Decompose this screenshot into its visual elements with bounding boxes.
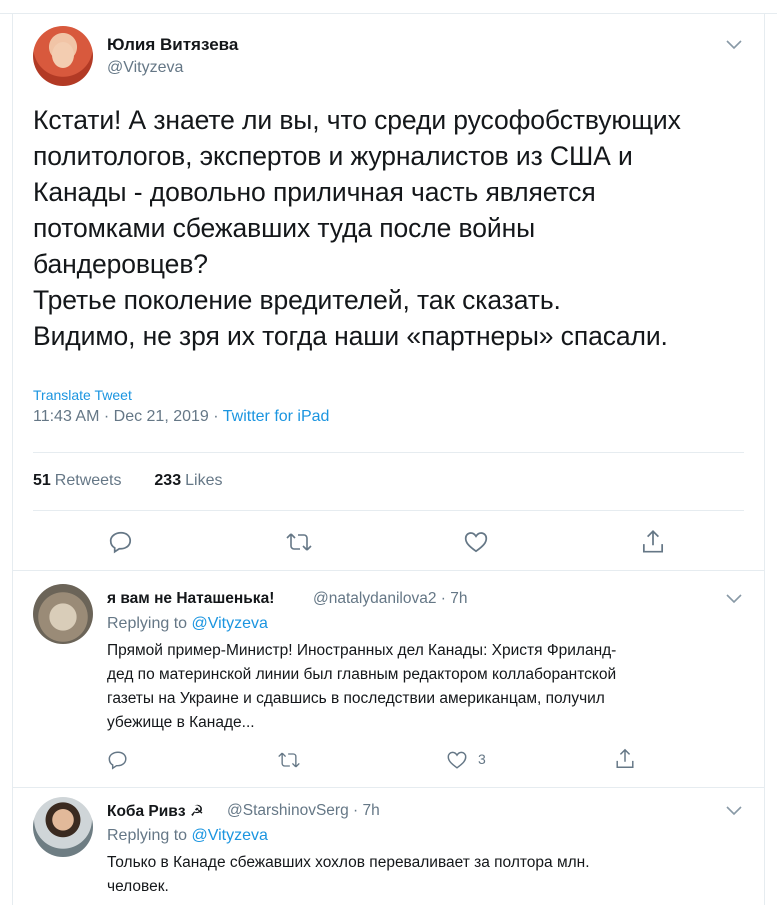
likes-count: 233 xyxy=(154,472,182,489)
replying-to: Replying to @Vityzeva xyxy=(107,615,268,633)
divider xyxy=(33,510,744,511)
retweet-icon[interactable] xyxy=(285,529,313,560)
separator xyxy=(13,570,764,571)
retweets-count: 51 xyxy=(33,472,51,489)
author-name[interactable]: Юлия Витязева xyxy=(107,35,238,55)
tweet-text: Кстати! А знаете ли вы, что среди русофо… xyxy=(33,105,681,351)
tweet-meta: 11:43 AM · Dec 21, 2019 · Twitter for iP… xyxy=(33,408,329,426)
top-border xyxy=(0,0,777,14)
retweets-label: Retweets xyxy=(54,472,122,489)
chevron-down-icon[interactable] xyxy=(724,592,744,606)
tweet-timestamp[interactable]: 11:43 AM · Dec 21, 2019 · xyxy=(33,408,223,425)
reply-text: Только в Канаде сбежавших хохлов перевал… xyxy=(107,854,590,895)
reply-text: Прямой пример-Министр! Иностранных дел К… xyxy=(107,642,617,731)
reply-icon[interactable] xyxy=(108,529,134,560)
replying-to: Replying to @Vityzeva xyxy=(107,827,268,845)
tweet-stats: 51 Retweets 233 Likes xyxy=(33,472,222,490)
like-count: 3 xyxy=(478,751,486,767)
retweets-stat[interactable]: 51 Retweets xyxy=(33,472,122,489)
like-icon[interactable] xyxy=(446,749,468,776)
tweet-thread: Юлия Витязева @Vityzeva Кстати! А знаете… xyxy=(12,14,765,905)
separator xyxy=(13,787,764,788)
share-icon[interactable] xyxy=(614,747,636,776)
reply-author-name[interactable]: я вам не Наташенька! xyxy=(107,590,274,608)
reply-icon[interactable] xyxy=(107,749,129,776)
likes-label: Likes xyxy=(185,472,223,489)
divider xyxy=(33,452,744,453)
avatar[interactable] xyxy=(33,584,93,644)
chevron-down-icon[interactable] xyxy=(724,38,744,52)
replying-prefix: Replying to xyxy=(107,615,192,632)
replying-prefix: Replying to xyxy=(107,827,192,844)
avatar[interactable] xyxy=(33,797,93,857)
like-icon[interactable] xyxy=(463,529,489,560)
translate-tweet-link[interactable]: Translate Tweet xyxy=(33,387,132,403)
reply-author-handle[interactable]: @natalydanilova2 · 7h xyxy=(313,590,467,608)
avatar[interactable] xyxy=(33,26,93,86)
author-handle[interactable]: @Vityzeva xyxy=(107,59,183,77)
replying-handle-link[interactable]: @Vityzeva xyxy=(192,827,268,844)
likes-stat[interactable]: 233 Likes xyxy=(154,472,222,489)
reply-author-name[interactable]: Коба Ривз ☭ xyxy=(107,802,204,821)
share-icon[interactable] xyxy=(640,528,666,561)
chevron-down-icon[interactable] xyxy=(724,804,744,818)
retweet-icon[interactable] xyxy=(277,749,301,776)
tweet-source[interactable]: Twitter for iPad xyxy=(223,408,330,425)
replying-handle-link[interactable]: @Vityzeva xyxy=(192,615,268,632)
reply-author-handle[interactable]: @StarshinovSerg · 7h xyxy=(227,802,380,820)
